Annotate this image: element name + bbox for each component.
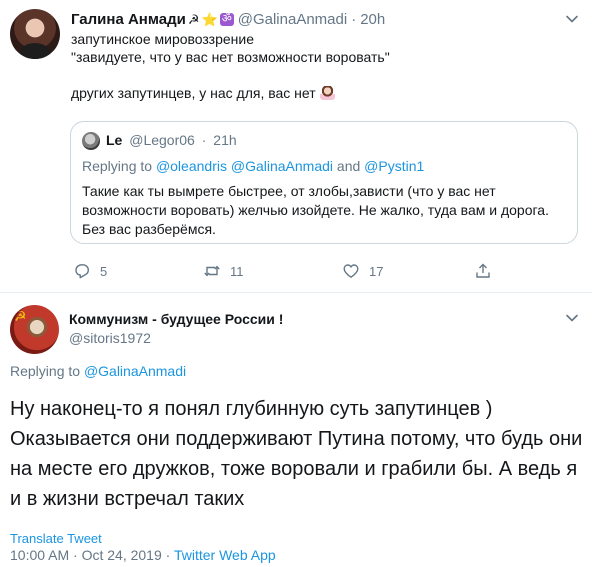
avatar[interactable] <box>10 9 60 59</box>
avatar[interactable] <box>10 305 59 354</box>
parent-tweet: Галина Анмади ☭ ⭐ ॐ @GalinaAnmadi · 20h … <box>0 0 592 292</box>
separator-dot: · <box>201 132 207 148</box>
quoted-avatar[interactable] <box>82 132 100 150</box>
tweet-line: "завидуете, что у вас нет возможности во… <box>71 49 390 65</box>
tweet-line-text: других запутинцев, у нас для, вас нет <box>71 85 316 101</box>
chevron-down-icon[interactable] <box>565 311 579 325</box>
tweet-line: запутинское мировоззрение <box>71 31 255 47</box>
reply-icon <box>75 264 89 279</box>
tweet-line: других запутинцев, у нас для, вас нет <box>71 84 571 102</box>
reply-count: 5 <box>100 263 108 279</box>
replying-user-link[interactable]: @GalinaAnmadi <box>84 363 186 379</box>
replying-to: Replying to @GalinaAnmadi <box>10 363 186 379</box>
display-name[interactable]: Коммунизм - будущее России ! <box>69 311 283 327</box>
quoted-replying-to: Replying to @oleandris @GalinaAnmadi and… <box>82 158 424 174</box>
reply-button[interactable]: 5 <box>73 262 107 280</box>
quoted-time[interactable]: 21h <box>213 132 236 148</box>
divider <box>0 292 592 293</box>
like-count: 17 <box>369 263 384 279</box>
quoted-text: Такие как ты вымрете быстрее, от злобы,з… <box>82 183 549 237</box>
user-handle[interactable]: @sitoris1972 <box>69 330 151 346</box>
retweet-count: 11 <box>230 263 244 279</box>
hammer-sickle-icon: ☭ <box>187 11 200 27</box>
woman-emoji-icon <box>319 86 335 100</box>
tweet-header: Галина Анмади ☭ ⭐ ॐ @GalinaAnmadi · 20h <box>71 9 385 29</box>
display-name[interactable]: Галина Анмади <box>71 11 186 28</box>
separator-dot: · <box>351 10 357 28</box>
replying-prefix: Replying to <box>82 158 153 174</box>
share-icon <box>476 263 490 278</box>
tweet-meta: 10:00 AM · Oct 24, 2019 · Twitter Web Ap… <box>10 547 276 563</box>
tweet-actions: 5 11 17 <box>73 262 503 282</box>
replying-users-link[interactable]: @oleandris @GalinaAnmadi <box>156 158 333 174</box>
share-button[interactable] <box>474 262 501 280</box>
replying-prefix: Replying to <box>10 363 81 379</box>
like-button[interactable]: 17 <box>342 262 383 280</box>
translate-tweet-link[interactable]: Translate Tweet <box>10 531 102 546</box>
timestamp[interactable]: 10:00 AM · Oct 24, 2019 <box>10 547 162 563</box>
source-link[interactable]: Twitter Web App <box>174 547 276 563</box>
quoted-display-name[interactable]: Le <box>106 132 122 148</box>
retweet-icon <box>204 265 220 277</box>
heart-icon <box>343 264 359 278</box>
user-handle[interactable]: @GalinaAnmadi <box>238 11 347 28</box>
star-icon: ⭐ <box>201 11 218 27</box>
tweet-text: Ну наконец-то я понял глубинную суть зап… <box>10 398 583 510</box>
replying-and: and <box>336 158 361 174</box>
tweet-text: запутинское мировоззрение "завидуете, чт… <box>71 30 571 102</box>
quoted-tweet[interactable]: Le @Legor06 · 21h Replying to @oleandris… <box>70 121 578 244</box>
replying-user-link[interactable]: @Pystin1 <box>364 158 424 174</box>
tweet-line-empty <box>71 66 571 84</box>
chevron-down-icon[interactable] <box>565 12 579 26</box>
quoted-header: Le @Legor06 · 21h <box>106 132 237 148</box>
om-icon: ॐ <box>219 12 234 26</box>
quoted-user-handle[interactable]: @Legor06 <box>129 132 195 148</box>
separator-dot: · <box>165 547 171 563</box>
tweet-time[interactable]: 20h <box>360 11 385 28</box>
retweet-button[interactable]: 11 <box>203 262 244 280</box>
